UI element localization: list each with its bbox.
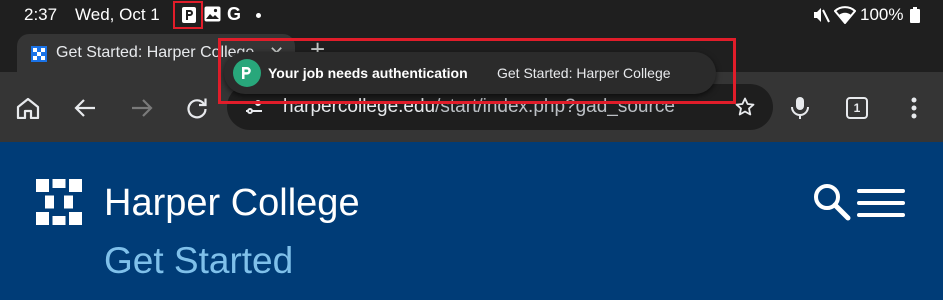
home-icon[interactable] <box>16 97 40 119</box>
wifi-icon <box>834 6 856 24</box>
papercut-notification-highlight <box>173 1 203 29</box>
status-bar: 2:37 Wed, Oct 1 G 100% <box>0 0 943 30</box>
mute-icon <box>814 8 830 23</box>
back-arrow-icon[interactable] <box>74 98 96 118</box>
status-time: 2:37 <box>24 5 58 24</box>
page-subtitle: Get Started <box>104 240 294 281</box>
search-icon[interactable] <box>812 182 852 222</box>
microphone-icon[interactable] <box>790 96 810 120</box>
page-content: Harper College Get Started <box>0 142 943 300</box>
more-menu-icon[interactable] <box>911 97 917 119</box>
more-dot-icon <box>256 13 261 18</box>
notification-body: Get Started: Harper College <box>497 65 671 81</box>
notification-title: Your job needs authentication <box>268 65 468 81</box>
battery-level: 100% <box>860 5 904 24</box>
harper-favicon-icon <box>31 46 47 62</box>
reload-icon[interactable] <box>186 97 208 119</box>
status-date: Wed, Oct 1 <box>75 5 160 24</box>
google-icon: G <box>227 4 242 24</box>
forward-arrow-icon[interactable] <box>131 98 153 118</box>
auth-notification[interactable]: Your job needs authentication Get Starte… <box>224 52 716 94</box>
site-brand[interactable]: Harper College <box>104 182 360 225</box>
bookmark-star-icon[interactable] <box>735 97 755 117</box>
gallery-icon <box>204 6 221 22</box>
papercut-app-icon <box>233 59 261 87</box>
papercut-notification-icon <box>182 7 196 23</box>
hamburger-menu-icon[interactable] <box>857 188 905 218</box>
harper-logo-icon[interactable] <box>36 179 82 225</box>
battery-icon <box>910 7 920 23</box>
tab-switcher-button[interactable]: 1 <box>846 97 868 119</box>
